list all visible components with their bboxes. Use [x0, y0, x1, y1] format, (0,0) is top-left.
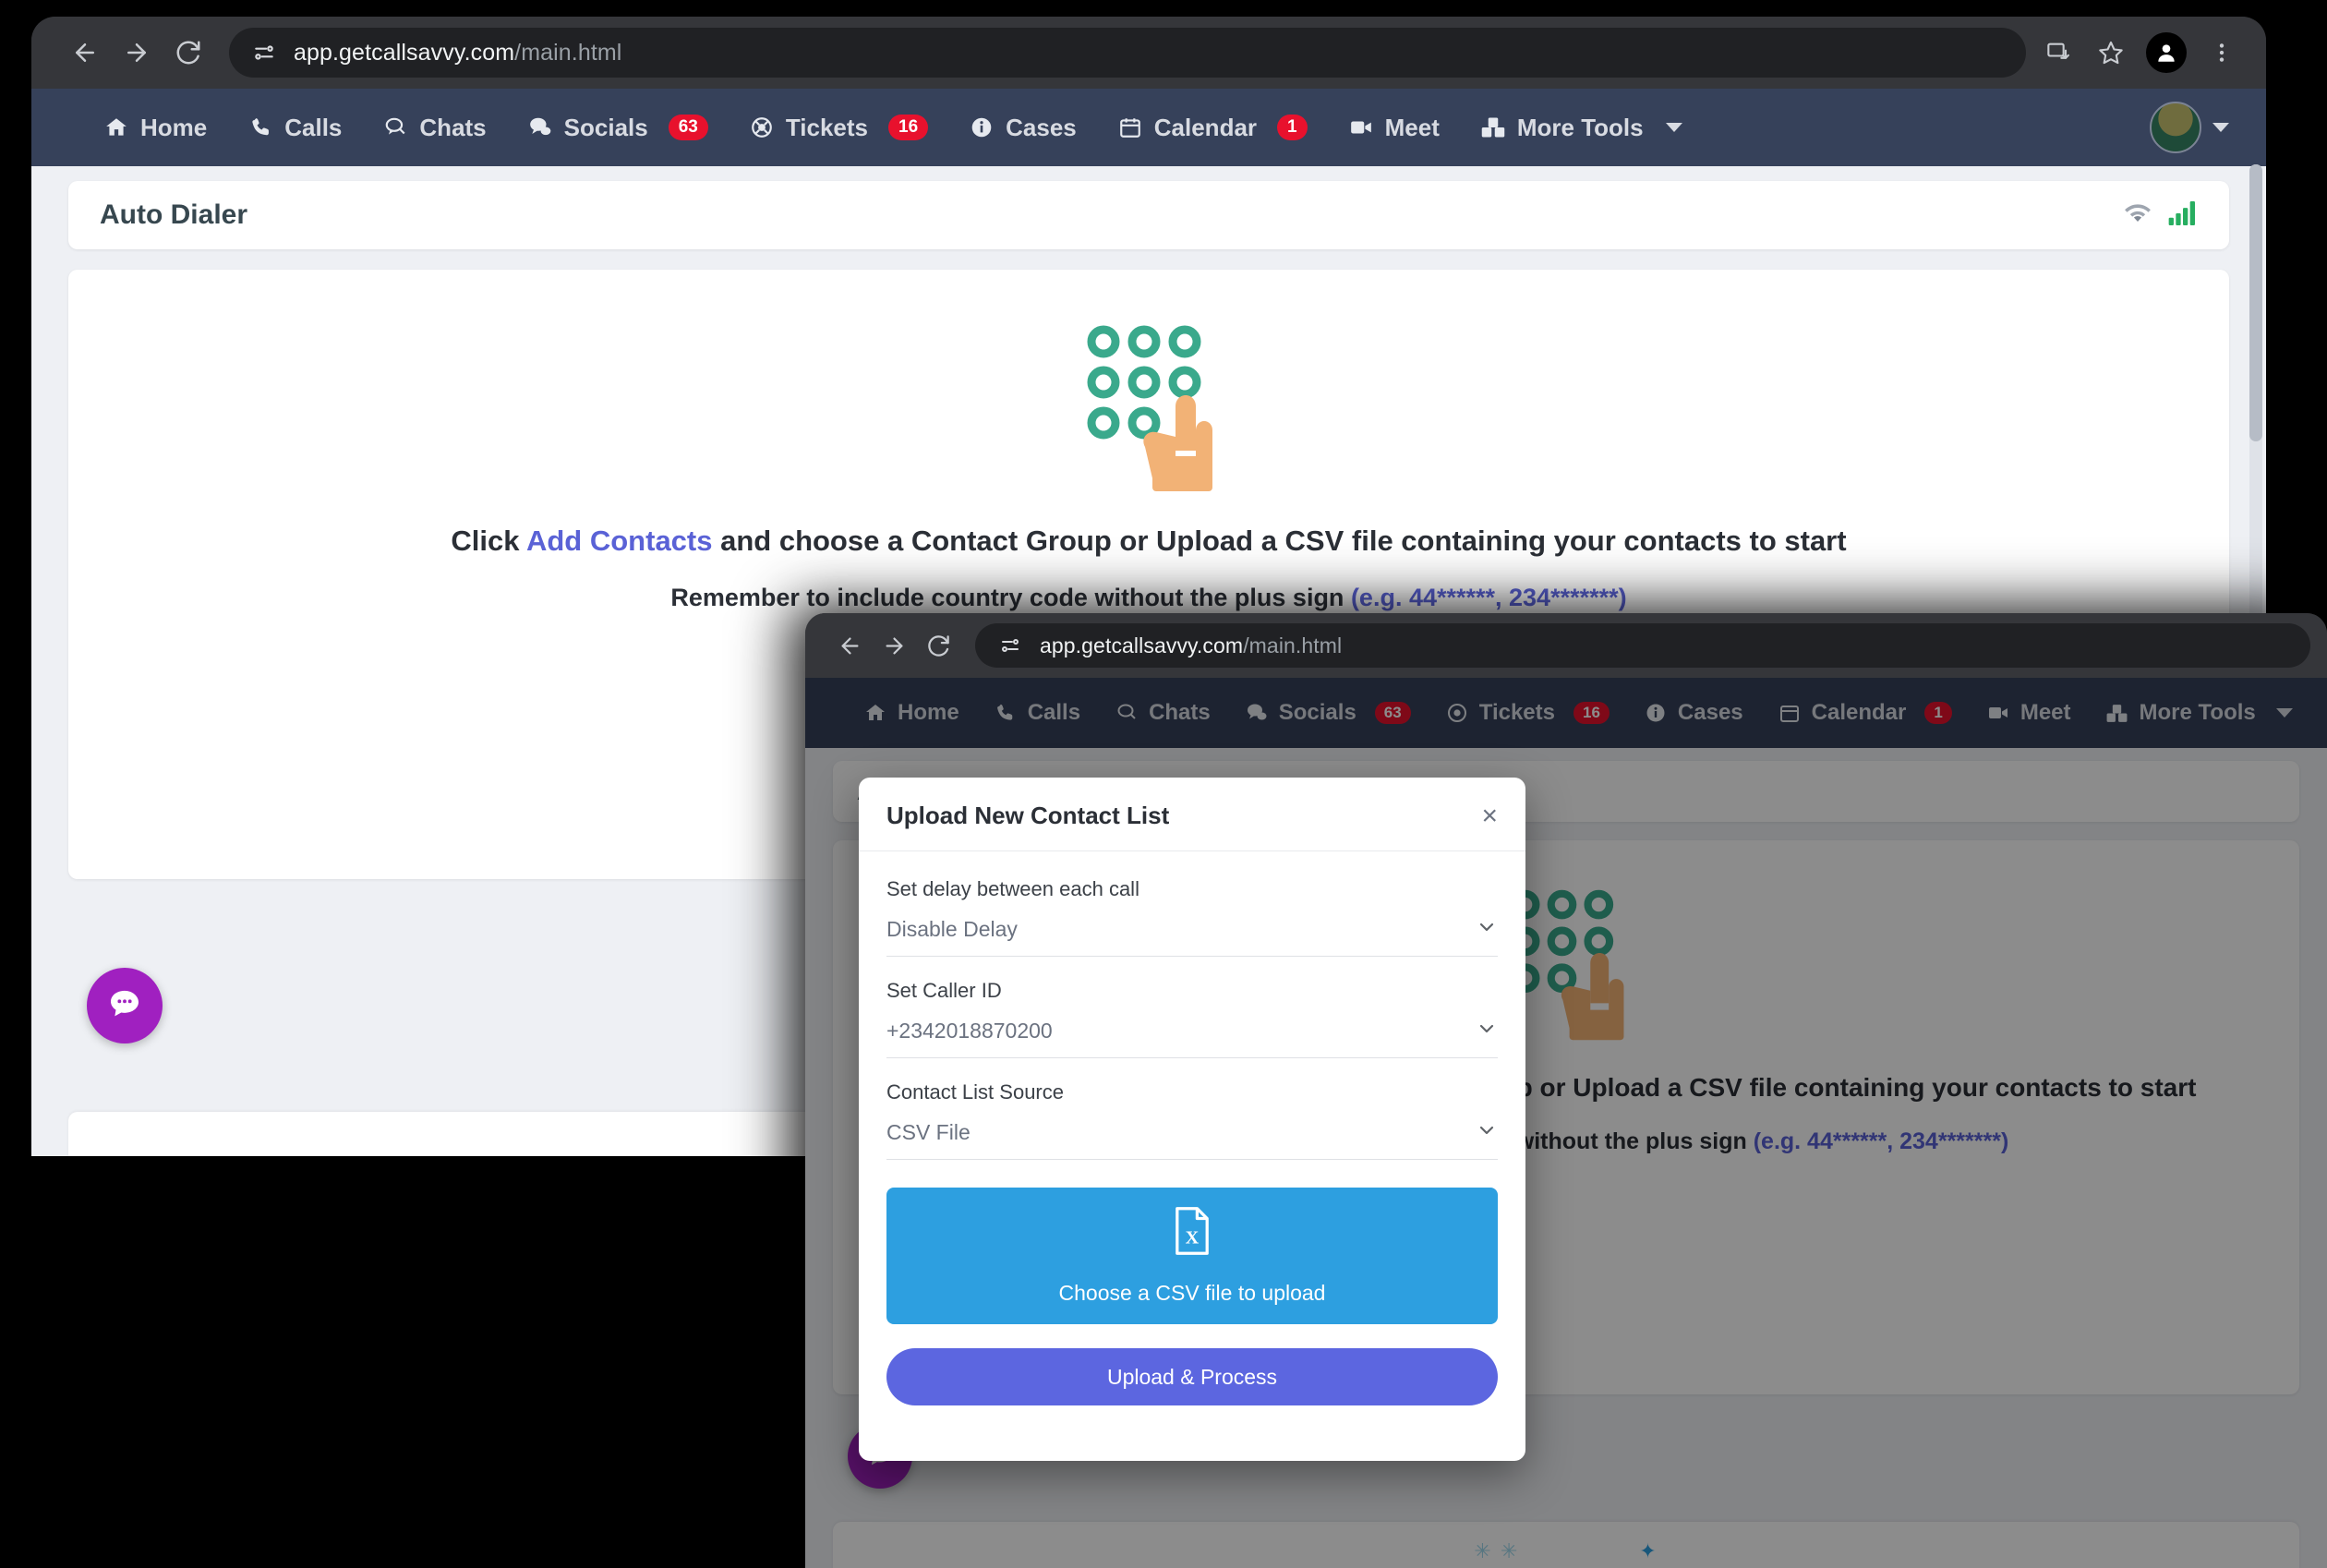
instruction2-prefix: Remember to include country code without… [670, 584, 1351, 611]
instruction-secondary: Remember to include country code without… [670, 584, 1626, 612]
site-settings-icon[interactable] [994, 629, 1027, 662]
modal-footer [859, 1415, 1525, 1461]
install-app-icon[interactable] [2035, 29, 2083, 77]
nav-label: Meet [1384, 113, 1440, 141]
home-icon [103, 115, 129, 140]
nav-item-home[interactable]: Home [83, 114, 227, 142]
select-value: +2342018870200 [886, 1019, 1053, 1043]
app-viewport-front: Home Calls Chats Socials 63 Tickets 16 C… [805, 678, 2327, 1568]
delay-select[interactable]: Disable Delay [886, 916, 1498, 957]
dialpad-tap-icon [1079, 318, 1218, 493]
chat-icon [382, 115, 408, 140]
app-navbar-back: Home Calls Chats Socials 63 Tickets 16 C… [31, 89, 2266, 166]
nav-item-chats[interactable]: Chats [362, 114, 506, 142]
page-title: Auto Dialer [100, 199, 248, 230]
back-arrow-icon[interactable] [59, 27, 111, 78]
nav-item-cases[interactable]: Cases [948, 114, 1097, 142]
modal-header: Upload New Contact List × [859, 778, 1525, 851]
nav-label: Home [140, 113, 208, 141]
nav-item-calls[interactable]: Calls [227, 114, 362, 142]
browser-toolbar-back: app.getcallsavvy.com/main.html [31, 17, 2266, 89]
nav-label: Chats [419, 113, 487, 141]
svg-text:X: X [1186, 1228, 1200, 1248]
nav-item-more-tools[interactable]: More Tools [1460, 114, 1703, 142]
field-label: Set Caller ID [886, 979, 1002, 1002]
browser-actions-back [2035, 29, 2246, 77]
instruction-suffix: and choose a Contact Group or Upload a C… [712, 525, 1847, 557]
reload-icon[interactable] [163, 27, 214, 78]
avatar-chevron-down-icon[interactable] [2212, 123, 2229, 132]
star-icon[interactable] [2087, 29, 2135, 77]
field-caller-id: Set Caller ID +2342018870200 [886, 979, 1498, 1058]
info-icon [969, 115, 995, 140]
chevron-down-icon [1665, 123, 1682, 132]
upload-process-button[interactable]: Upload & Process [886, 1348, 1498, 1405]
nav-badge-tickets: 16 [888, 114, 929, 141]
field-contact-list-source: Contact List Source CSV File [886, 1080, 1498, 1160]
chat-fab-button[interactable] [87, 968, 163, 1043]
back-arrow-icon[interactable] [827, 623, 872, 668]
nav-item-calendar[interactable]: Calendar 1 [1097, 114, 1328, 142]
chevron-down-icon [1476, 1018, 1498, 1044]
choose-csv-button[interactable]: X Choose a CSV file to upload [886, 1188, 1498, 1324]
wifi-icon [2124, 202, 2152, 229]
nav-label: Calls [284, 113, 343, 141]
contact-source-select[interactable]: CSV File [886, 1119, 1498, 1160]
instruction-prefix: Click [451, 525, 526, 557]
csv-file-icon: X [1171, 1206, 1213, 1260]
field-label: Contact List Source [886, 1080, 1064, 1104]
three-dot-menu-icon[interactable] [2198, 29, 2246, 77]
nav-badge-calendar: 1 [1277, 114, 1308, 141]
reload-icon[interactable] [916, 623, 960, 668]
nav-label: More Tools [1516, 113, 1644, 141]
site-settings-icon[interactable] [247, 36, 281, 69]
close-icon[interactable]: × [1481, 802, 1498, 830]
cubes-icon [1480, 115, 1506, 140]
profile-avatar-icon[interactable] [2146, 32, 2187, 73]
nav-label: Calendar [1153, 113, 1258, 141]
forward-arrow-icon[interactable] [872, 623, 916, 668]
chevron-down-icon [1476, 1119, 1498, 1146]
address-bar-back[interactable]: app.getcallsavvy.com/main.html [229, 28, 2026, 78]
add-contacts-link[interactable]: Add Contacts [526, 525, 713, 557]
nav-label: Socials [563, 113, 648, 141]
calendar-icon [1117, 115, 1143, 140]
field-set-delay: Set delay between each call Disable Dela… [886, 877, 1498, 957]
chevron-down-icon [1476, 916, 1498, 943]
page-title-card: Auto Dialer [68, 181, 2229, 249]
connection-status [2124, 200, 2198, 230]
caller-id-select[interactable]: +2342018870200 [886, 1018, 1498, 1058]
address-bar-text: app.getcallsavvy.com/main.html [1040, 633, 1343, 657]
field-label: Set delay between each call [886, 877, 1139, 900]
upload-button-label: Upload & Process [1106, 1364, 1278, 1389]
nav-label: Tickets [785, 113, 868, 141]
socials-icon [527, 115, 553, 140]
chat-bubble-icon [106, 985, 143, 1027]
modal-body: Set delay between each call Disable Dela… [859, 851, 1525, 1415]
address-bar-text: app.getcallsavvy.com/main.html [294, 39, 622, 66]
select-value: CSV File [886, 1120, 971, 1144]
browser-window-front: app.getcallsavvy.com/main.html Home Call… [805, 613, 2327, 1568]
select-value: Disable Delay [886, 917, 1018, 941]
forward-arrow-icon[interactable] [111, 27, 163, 78]
nav-label: Cases [1006, 113, 1077, 141]
modal-title: Upload New Contact List [886, 802, 1170, 829]
nav-item-socials[interactable]: Socials 63 [507, 114, 729, 142]
signal-bars-icon [2168, 200, 2198, 230]
instruction-primary: Click Add Contacts and choose a Contact … [451, 525, 1846, 558]
nav-item-tickets[interactable]: Tickets 16 [729, 114, 948, 142]
upload-contact-list-modal: Upload New Contact List × Set delay betw… [859, 778, 1525, 1461]
user-avatar[interactable] [2150, 102, 2201, 153]
instruction2-example: (e.g. 44******, 234*******) [1350, 584, 1627, 611]
nav-item-meet[interactable]: Meet [1328, 114, 1460, 142]
lifebuoy-icon [749, 115, 775, 140]
address-bar-front[interactable]: app.getcallsavvy.com/main.html [975, 623, 2310, 668]
csv-button-label: Choose a CSV file to upload [1058, 1281, 1326, 1305]
video-icon [1348, 115, 1374, 140]
phone-icon [247, 115, 273, 140]
browser-toolbar-front: app.getcallsavvy.com/main.html [805, 613, 2327, 678]
nav-badge-socials: 63 [668, 114, 708, 141]
